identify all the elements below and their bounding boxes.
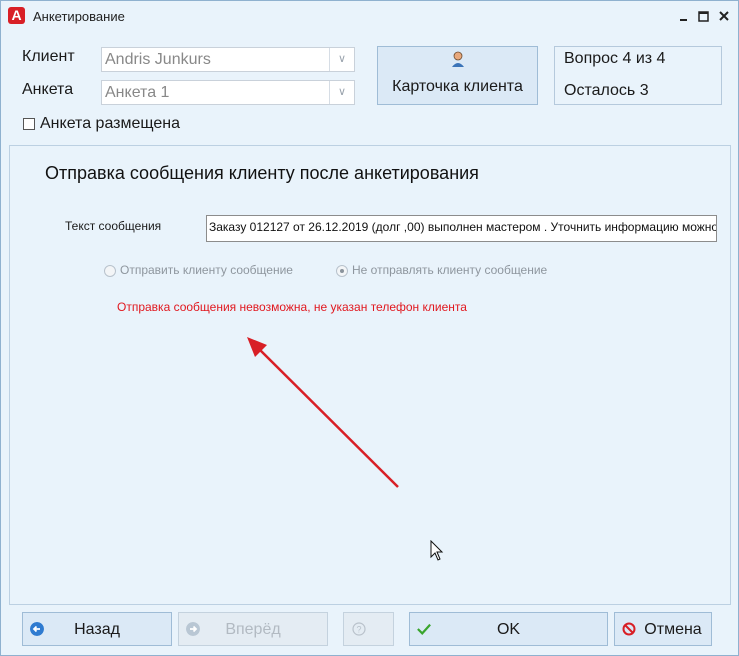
ok-label: OK <box>496 621 521 638</box>
maximize-button[interactable] <box>695 7 713 25</box>
message-label: Текст сообщения <box>65 219 162 233</box>
client-card-button[interactable]: Карточка клиента <box>377 46 538 105</box>
client-combo[interactable]: Andris Junkurs ∨ <box>101 47 355 72</box>
client-value: Andris Junkurs <box>105 51 211 68</box>
app-logo-icon: A <box>8 7 25 24</box>
radio-no-send-label: Не отправлять клиенту сообщение <box>352 263 548 277</box>
radio-send[interactable] <box>104 265 116 277</box>
radio-no-send[interactable] <box>336 265 348 277</box>
warning-message: Отправка сообщения невозможна, не указан… <box>117 300 467 314</box>
maximize-icon <box>698 11 709 22</box>
survey-value: Анкета 1 <box>105 84 170 101</box>
survey-label: Анкета <box>22 81 74 98</box>
client-label: Клиент <box>22 48 75 65</box>
survey-placed-label: Анкета размещена <box>40 115 181 132</box>
back-label: Назад <box>74 621 120 638</box>
minimize-button[interactable] <box>675 7 693 25</box>
panel-title: Отправка сообщения клиенту после анкетир… <box>45 163 479 183</box>
help-button[interactable]: ? <box>343 612 394 646</box>
question-info-box: Вопрос 4 из 4 Осталось 3 <box>554 46 722 105</box>
person-icon <box>452 51 464 67</box>
mouse-cursor-icon <box>430 540 444 561</box>
title-bar: A Анкетирование <box>1 1 738 31</box>
chevron-down-icon[interactable]: ∨ <box>329 48 354 71</box>
cancel-button[interactable]: Отмена <box>614 612 712 646</box>
client-card-label: Карточка клиента <box>392 78 523 95</box>
close-button[interactable] <box>715 7 733 25</box>
message-field[interactable]: Заказу 012127 от 26.12.2019 (долг ,00) в… <box>206 215 717 242</box>
annotation-arrow <box>247 337 399 488</box>
survey-placed-checkbox[interactable] <box>23 118 35 130</box>
help-icon: ? <box>352 622 366 636</box>
minimize-icon <box>680 19 687 21</box>
svg-text:?: ? <box>356 625 361 635</box>
remaining-counter: Осталось 3 <box>564 82 649 99</box>
question-counter: Вопрос 4 из 4 <box>564 50 666 67</box>
survey-combo[interactable]: Анкета 1 ∨ <box>101 80 355 105</box>
radio-send-label: Отправить клиенту сообщение <box>120 263 293 277</box>
chevron-down-icon[interactable]: ∨ <box>329 81 354 104</box>
survey-window: A Анкетирование Клиент Andris Junkurs ∨ … <box>0 0 739 656</box>
ok-button[interactable]: OK <box>409 612 608 646</box>
back-button[interactable]: Назад <box>22 612 172 646</box>
forward-label: Вперёд <box>225 621 281 638</box>
window-title: Анкетирование <box>33 9 125 24</box>
forward-button[interactable]: Вперёд <box>178 612 328 646</box>
cancel-label: Отмена <box>644 621 702 638</box>
close-icon <box>719 11 729 21</box>
